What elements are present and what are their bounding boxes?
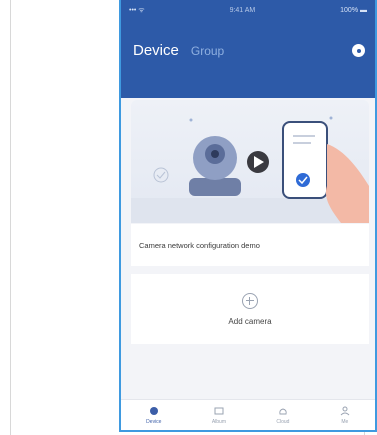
signal-indicator: ••• ᯤ xyxy=(129,6,145,14)
device-icon xyxy=(149,406,158,415)
tab-group[interactable]: Group xyxy=(191,44,224,58)
tab-device[interactable]: Device xyxy=(133,42,179,59)
bottom-tab-album[interactable]: Album xyxy=(212,406,226,425)
bottom-tab-bar: Device Album Cloud Me xyxy=(121,399,375,430)
bottom-tab-label: Me xyxy=(341,418,349,425)
bottom-tab-label: Album xyxy=(211,418,227,425)
plus-circle-icon xyxy=(242,292,258,309)
add-camera-label: Add camera xyxy=(228,316,272,326)
bottom-tab-device[interactable]: Device xyxy=(146,406,161,425)
battery-indicator: 100% ▬ xyxy=(340,6,367,14)
banner-caption: Camera network configuration demo xyxy=(131,224,369,266)
bottom-tab-label: Device xyxy=(146,418,162,425)
album-icon xyxy=(214,407,224,414)
banner-description: Camera network configuration demo xyxy=(139,240,260,250)
app-header: ••• ᯤ 9:41 AM 100% ▬ Device Group xyxy=(121,0,375,98)
settings-icon[interactable] xyxy=(352,44,365,57)
bottom-tab-me[interactable]: Me xyxy=(340,406,350,425)
status-bar: ••• ᯤ 9:41 AM 100% ▬ xyxy=(129,3,367,17)
bottom-tab-cloud[interactable]: Cloud xyxy=(276,406,289,425)
bottom-tab-label: Cloud xyxy=(276,418,290,425)
add-camera-button[interactable]: Add camera xyxy=(131,274,369,344)
network-config-banner[interactable] xyxy=(131,100,369,223)
user-icon xyxy=(340,406,350,415)
phone-screen: ••• ᯤ 9:41 AM 100% ▬ Device Group Camera… xyxy=(119,0,377,432)
status-time: 9:41 AM xyxy=(229,6,256,14)
header-tabs: Device Group xyxy=(133,42,224,59)
banner-illustration xyxy=(131,116,369,223)
cloud-icon xyxy=(279,407,287,414)
